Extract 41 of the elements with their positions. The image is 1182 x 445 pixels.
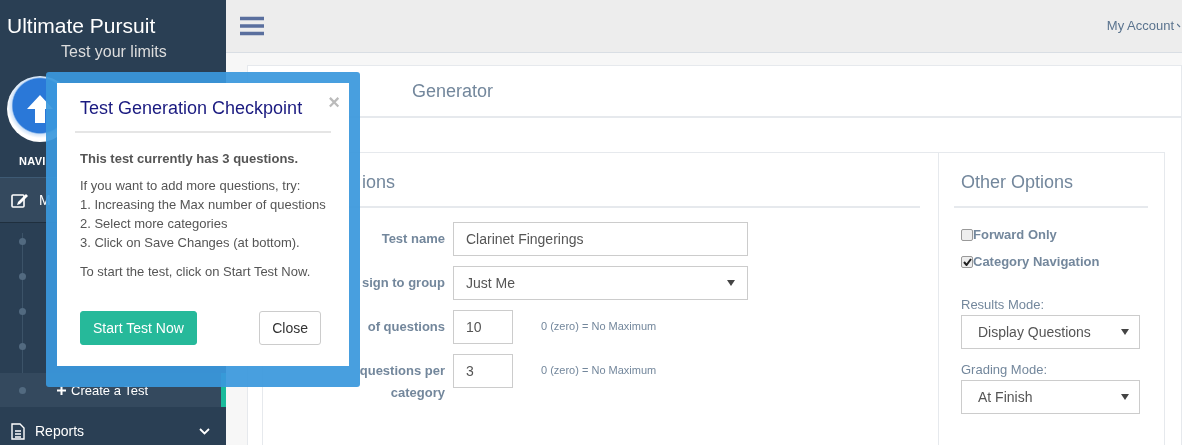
brand-tagline: Test your limits xyxy=(61,43,167,61)
caret-down-icon xyxy=(1121,394,1129,400)
dropdown[interactable]: Display Questions xyxy=(961,315,1140,349)
bullet-icon xyxy=(19,343,26,350)
dropdown[interactable]: At Finish xyxy=(961,380,1140,414)
document-icon xyxy=(11,422,25,440)
instruction-text: To start the test, click on Start Test Now. xyxy=(80,263,312,281)
account-menu[interactable]: My Account xyxy=(1106,17,1182,35)
plus-icon xyxy=(57,385,66,395)
field-label: Grading Mode: xyxy=(961,362,1048,377)
text-field[interactable]: Clarinet Fingerings xyxy=(453,222,748,256)
checkbox[interactable] xyxy=(961,255,973,268)
section-heading: Other Options xyxy=(954,153,1148,208)
number-field[interactable]: 10 xyxy=(453,310,513,344)
bullet-icon xyxy=(19,308,26,315)
caret-down-icon xyxy=(1121,329,1129,335)
checkbox[interactable] xyxy=(961,228,973,241)
sidebar-menu-item[interactable]: Reports xyxy=(0,412,226,445)
edit-icon xyxy=(11,192,29,208)
field-hint: 0 (zero) = No Maximum xyxy=(541,320,657,332)
field-label: Results Mode: xyxy=(961,297,1046,312)
checkbox-label: Category Navigation xyxy=(973,254,1100,269)
bullet-icon xyxy=(19,238,26,245)
field-label: of questions xyxy=(367,318,445,336)
dialog-title: Test Generation Checkpoint xyxy=(75,98,331,133)
step-text: 2. Select more categories xyxy=(80,215,229,233)
field-label: Test name xyxy=(381,230,445,248)
brand-title: Ultimate Pursuit xyxy=(6,13,156,38)
menu-icon[interactable] xyxy=(240,16,264,36)
nav-heading: NAVI xyxy=(19,155,46,167)
field-label: questions per category xyxy=(358,362,445,402)
checkbox-label: Forward Only xyxy=(973,227,1057,242)
close-button[interactable]: Close xyxy=(259,311,321,345)
step-text: 3. Click on Save Changes (at bottom). xyxy=(80,234,301,252)
bullet-icon xyxy=(19,387,26,394)
field-label: sign to group xyxy=(361,274,445,292)
bullet-icon xyxy=(19,273,26,280)
field-hint: 0 (zero) = No Maximum xyxy=(541,364,657,376)
number-field[interactable]: 3 xyxy=(453,354,513,388)
dropdown[interactable]: Just Me xyxy=(453,266,748,300)
caret-down-icon xyxy=(727,280,735,286)
